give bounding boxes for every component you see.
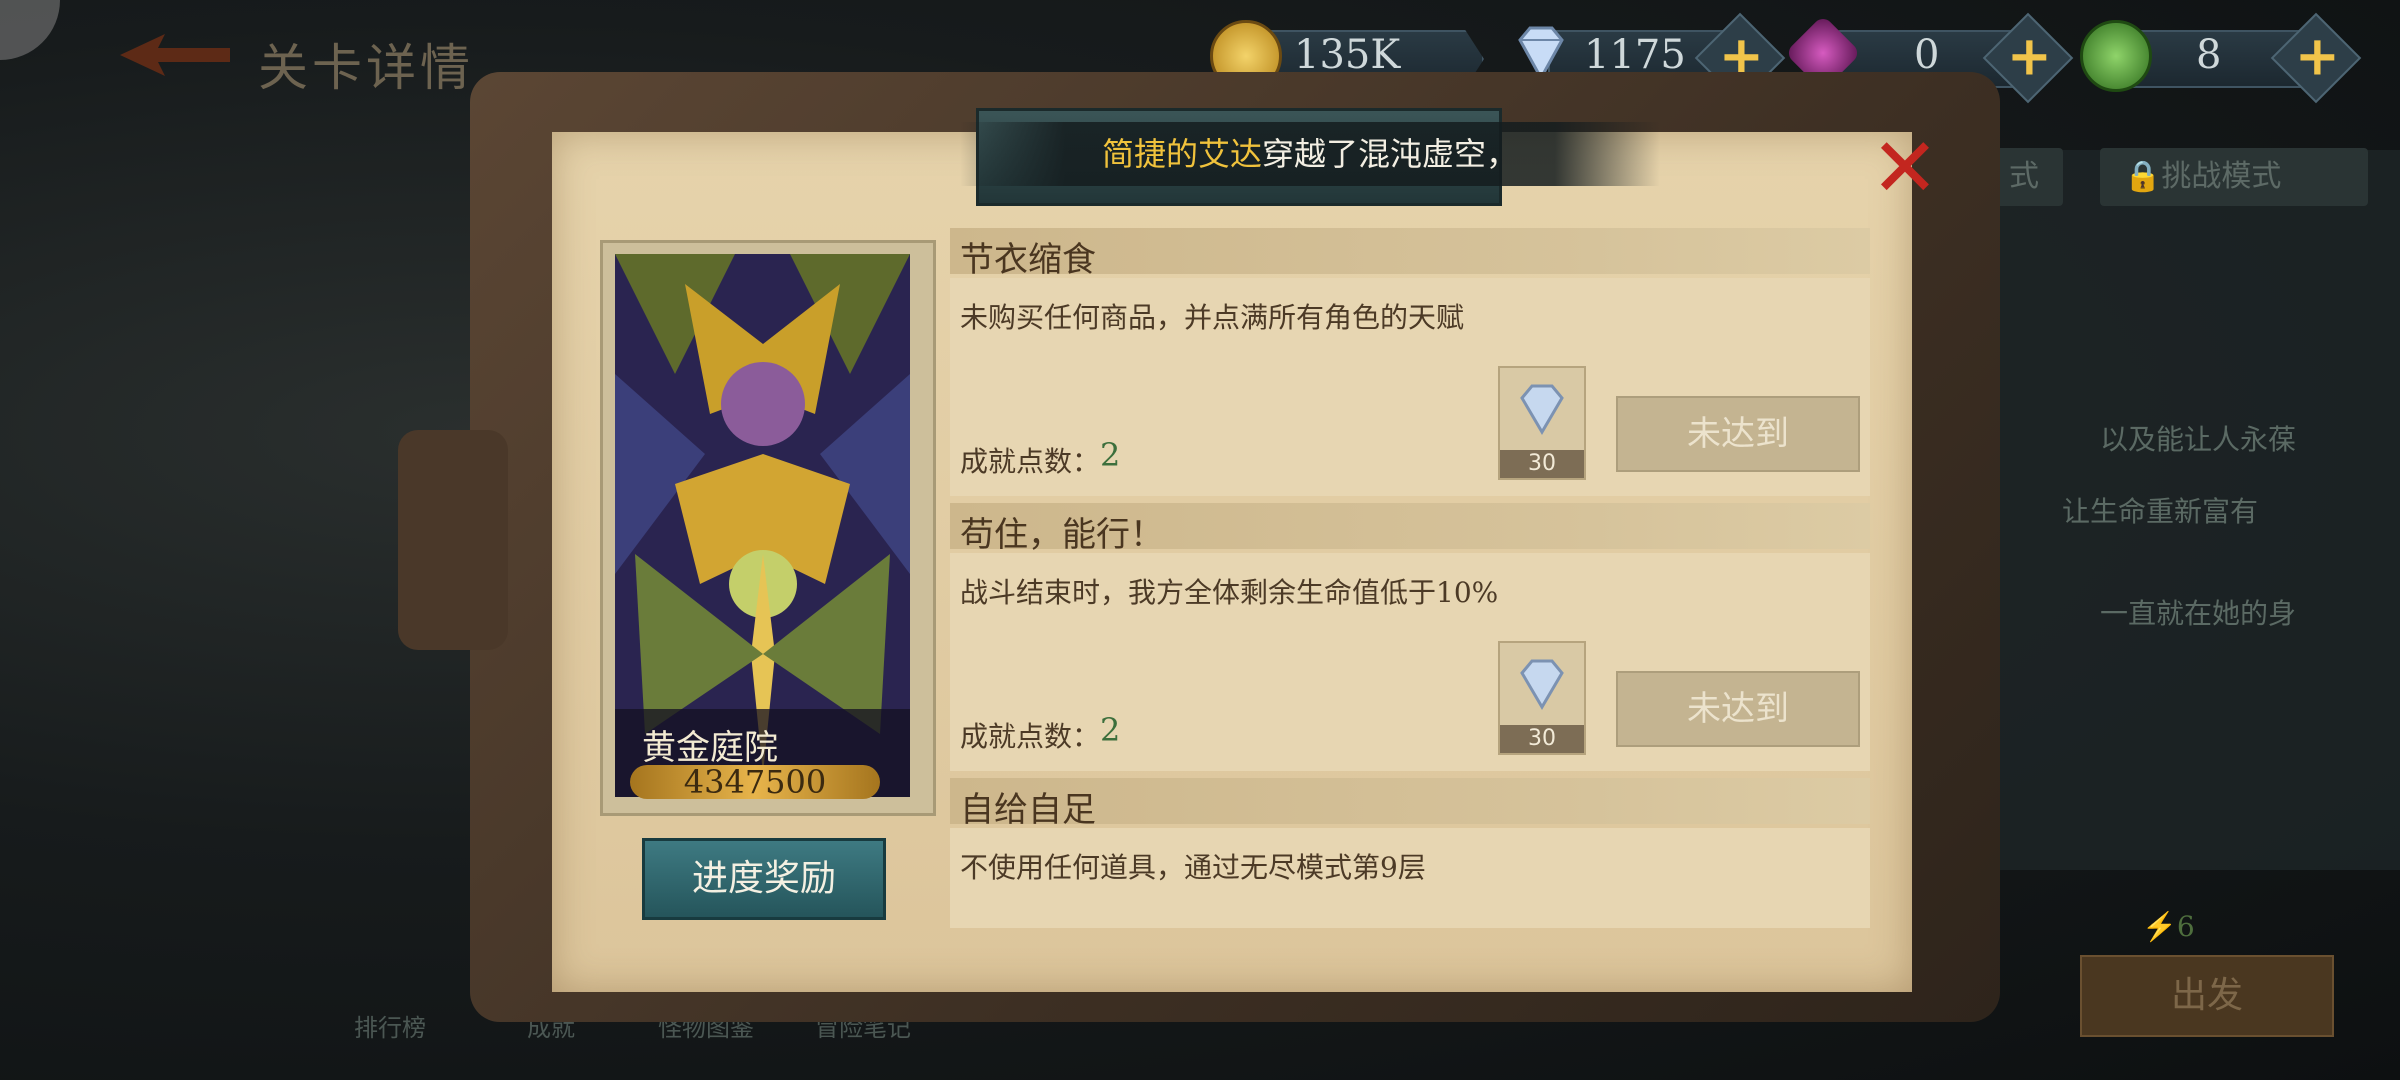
start-button[interactable]: 出发 <box>2080 955 2334 1037</box>
reward-count: 30 <box>1500 725 1584 753</box>
achievement-item: 节衣缩食 未购买任何商品，并点满所有角色的天赋 成就点数： 2 30 未达到 <box>950 228 1870 498</box>
reward-item[interactable]: 30 <box>1498 641 1586 755</box>
achievement-points: 2 <box>1100 436 1121 474</box>
progress-reward-button[interactable]: 进度奖励 <box>642 838 886 920</box>
achievement-title: 苟住，能行！ <box>960 515 1164 555</box>
story-text-line: 让生命重新富有 <box>2062 495 2259 528</box>
energy-value: 8 <box>2196 32 2222 78</box>
lock-icon: 🔒 <box>2124 159 2162 194</box>
banner-message: 简捷的艾达穿越了混沌虚空， <box>960 122 1660 186</box>
achievement-list[interactable]: 节衣缩食 未购买任何商品，并点满所有角色的天赋 成就点数： 2 30 未达到 苟… <box>950 228 1870 928</box>
stage-score: 4347500 <box>683 763 827 801</box>
claim-status-button[interactable]: 未达到 <box>1616 396 1860 472</box>
close-button[interactable]: ✕ <box>1870 128 1940 210</box>
achievement-points: 2 <box>1100 711 1121 749</box>
claim-status-button[interactable]: 未达到 <box>1616 671 1860 747</box>
bottom-tab-leaderboard[interactable]: 排行榜 <box>354 1008 426 1043</box>
achievement-title: 节衣缩食 <box>960 240 1096 280</box>
achievement-points-label: 成就点数： <box>960 720 1101 753</box>
leather-strap <box>398 430 508 650</box>
stage-card-art <box>615 254 910 797</box>
mode-tab-challenge-label: 挑战模式 <box>2161 159 2282 194</box>
plus-icon: + <box>2294 24 2341 88</box>
energy-icon <box>2080 20 2152 92</box>
banner-text: 穿越了混沌虚空， <box>1262 135 1519 173</box>
mode-tab-challenge[interactable]: 🔒挑战模式 <box>2100 148 2368 206</box>
diamond-icon <box>1520 384 1564 435</box>
plus-icon: + <box>2006 24 2053 88</box>
stage-name: 黄金庭院 <box>642 728 778 768</box>
story-text-line: 一直就在她的身 <box>2100 597 2297 630</box>
energy-cost: ⚡6 <box>2142 910 2195 943</box>
diamond-icon <box>1520 659 1564 710</box>
achievement-item: 苟住，能行！ 战斗结束时，我方全体剩余生命值低于10% 成就点数： 2 30 未… <box>950 503 1870 773</box>
achievement-description: 战斗结束时，我方全体剩余生命值低于10% <box>960 576 1499 609</box>
back-arrow-icon[interactable] <box>120 30 230 80</box>
achievement-item: 自给自足 不使用任何道具，通过无尽模式第9层 <box>950 778 1870 928</box>
achievement-points-label: 成就点数： <box>960 445 1101 478</box>
achievement-title: 自给自足 <box>960 790 1096 830</box>
page-title: 关卡详情 <box>258 39 474 97</box>
achievement-description: 未购买任何商品，并点满所有角色的天赋 <box>960 301 1465 334</box>
achievement-description: 不使用任何道具，通过无尽模式第9层 <box>960 851 1426 884</box>
energy-icon: ⚡ <box>2142 910 2177 943</box>
reward-item[interactable]: 30 <box>1498 366 1586 480</box>
banner-highlight: 简捷的艾达 <box>1101 135 1262 173</box>
story-text-line: 以及能让人永葆 <box>2100 423 2297 456</box>
energy-cost-value: 6 <box>2176 910 2195 943</box>
reward-count: 30 <box>1500 450 1584 478</box>
close-icon: ✕ <box>1870 121 1940 216</box>
